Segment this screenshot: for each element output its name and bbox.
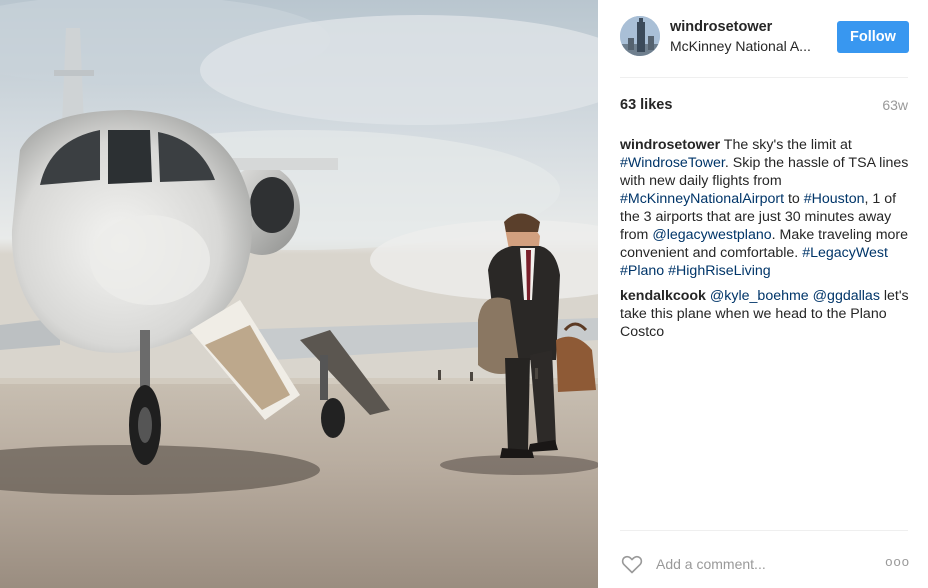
comment-username[interactable]: kendalkcook: [620, 288, 706, 304]
hashtag-link[interactable]: #Plano: [620, 263, 664, 279]
comments-list: kendalkcook @kyle_boehme @ggdallas let's…: [620, 287, 912, 341]
comments-divider: [620, 530, 908, 531]
avatar[interactable]: [620, 16, 660, 56]
hashtag-link[interactable]: #LegacyWest: [802, 245, 888, 261]
likes-count[interactable]: 63 likes: [620, 97, 672, 113]
hashtag-link[interactable]: #WindroseTower: [620, 155, 725, 171]
comment-username[interactable]: windrosetower: [620, 137, 720, 153]
post-timestamp[interactable]: 63w: [882, 97, 908, 113]
post-location[interactable]: McKinney National A...: [670, 38, 820, 54]
hashtag-link[interactable]: #Houston: [804, 191, 865, 207]
more-options-icon[interactable]: ooo: [885, 554, 910, 569]
comment-text: The sky's the limit at: [720, 137, 852, 153]
post-photo[interactable]: [0, 0, 598, 588]
comment-action-row: ooo: [620, 552, 910, 578]
caption: windrosetower The sky's the limit at #Wi…: [620, 136, 912, 280]
comments-section: windrosetower The sky's the limit at #Wi…: [620, 136, 912, 348]
mention-link[interactable]: @legacywestplano: [652, 227, 771, 243]
jet-and-businessman-image: [0, 0, 598, 588]
tower-avatar-icon: [620, 16, 660, 56]
post-username[interactable]: windrosetower: [670, 19, 772, 35]
comment-text: to: [784, 191, 804, 207]
header-divider: [620, 77, 908, 78]
post-header: windrosetower McKinney National A... Fol…: [620, 16, 910, 60]
instagram-post: windrosetower McKinney National A... Fol…: [0, 0, 928, 588]
add-comment-input[interactable]: [656, 553, 866, 575]
mention-link[interactable]: @kyle_boehme: [710, 288, 809, 304]
comment: kendalkcook @kyle_boehme @ggdallas let's…: [620, 287, 912, 341]
hashtag-link[interactable]: #McKinneyNationalAirport: [620, 191, 784, 207]
heart-outline-icon[interactable]: [620, 552, 644, 576]
mention-link[interactable]: @ggdallas: [813, 288, 880, 304]
post-side-panel: windrosetower McKinney National A... Fol…: [598, 0, 928, 588]
follow-button[interactable]: Follow: [837, 21, 909, 53]
hashtag-link[interactable]: #HighRiseLiving: [668, 263, 771, 279]
likes-row: 63 likes 63w: [620, 97, 908, 117]
